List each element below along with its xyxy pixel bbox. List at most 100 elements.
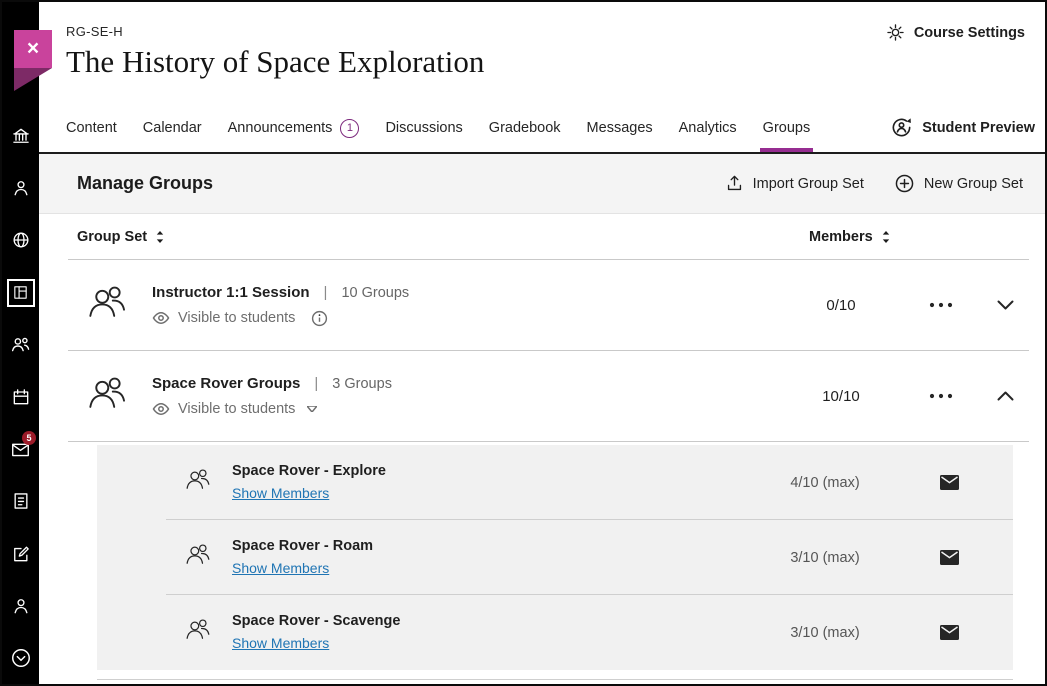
messages-icon[interactable]: 5: [2, 423, 39, 475]
tab-content[interactable]: Content: [66, 105, 117, 150]
course-tab-bar: Content Calendar Announcements 1 Discuss…: [39, 103, 1045, 154]
compose-icon[interactable]: [2, 528, 39, 580]
global-sidebar: 5: [2, 2, 39, 684]
tab-groups[interactable]: Groups: [763, 105, 811, 150]
ribbon-fold-decoration: [14, 68, 52, 91]
group-count: 10 Groups: [341, 285, 409, 301]
column-header-members[interactable]: Members: [781, 229, 901, 245]
group-row: Space Rover - Explore Show Members 4/10 …: [97, 445, 1013, 520]
envelope-icon: [940, 625, 959, 640]
members-count: 10/10: [781, 388, 901, 405]
group-set-row: Instructor 1:1 Session | 10 Groups Visib…: [68, 260, 1029, 351]
plus-circle-icon: [894, 173, 915, 194]
sort-icon: [155, 230, 165, 244]
eye-icon: [152, 311, 170, 325]
visibility-dropdown[interactable]: Visible to students: [152, 401, 781, 417]
course-settings-button[interactable]: Course Settings: [886, 23, 1025, 42]
group-set-people-icon: [68, 283, 152, 328]
calendar-icon[interactable]: [2, 371, 39, 423]
new-group-set-label: New Group Set: [924, 176, 1023, 192]
student-preview-label: Student Preview: [922, 120, 1035, 136]
globe-icon[interactable]: [2, 214, 39, 266]
group-name: Space Rover - Explore: [232, 463, 765, 479]
active-indicator-frame: [7, 279, 35, 307]
group-count: 3 Groups: [332, 376, 392, 392]
group-people-icon: [185, 467, 212, 498]
separator: |: [324, 284, 328, 301]
tab-analytics[interactable]: Analytics: [679, 105, 737, 150]
visibility-label: Visible to students: [178, 401, 295, 417]
import-icon: [725, 174, 744, 193]
group-members-count: 3/10 (max): [765, 625, 885, 641]
sort-icon: [881, 230, 891, 244]
group-people-icon: [185, 542, 212, 573]
group-set-row: Space Rover Groups | 3 Groups Visible to…: [68, 351, 1029, 442]
group-name: Space Rover - Scavenge: [232, 613, 765, 629]
group-members-count: 3/10 (max): [765, 550, 885, 566]
course-title: The History of Space Exploration: [66, 44, 1025, 80]
student-preview-button[interactable]: Student Preview: [890, 116, 1035, 139]
expand-row-button[interactable]: [981, 300, 1029, 310]
eye-icon: [152, 402, 170, 416]
table-header-row: Group Set Members: [68, 214, 1029, 260]
group-row: Space Rover - Scavenge Show Members 3/10…: [97, 595, 1013, 670]
notes-icon[interactable]: [2, 475, 39, 527]
tab-messages[interactable]: Messages: [587, 105, 653, 150]
scroll-down-icon[interactable]: [2, 632, 39, 684]
members-count: 0/10: [781, 297, 901, 314]
options-menu-button[interactable]: [901, 302, 981, 308]
separator: |: [314, 375, 318, 392]
gear-icon: [886, 23, 905, 42]
import-group-set-button[interactable]: Import Group Set: [725, 173, 864, 194]
visibility-control[interactable]: Visible to students: [152, 310, 781, 327]
group-set-people-icon: [68, 374, 152, 419]
chevron-up-icon: [997, 391, 1014, 401]
collapse-row-button[interactable]: [981, 391, 1029, 401]
envelope-icon: [940, 475, 959, 490]
directory-icon[interactable]: [2, 580, 39, 632]
page-title: Manage Groups: [77, 173, 213, 194]
profile-icon[interactable]: [2, 162, 39, 214]
messages-badge: 5: [22, 431, 36, 445]
envelope-icon: [940, 550, 959, 565]
show-members-link[interactable]: Show Members: [232, 560, 329, 576]
column-header-group-set[interactable]: Group Set: [68, 229, 781, 245]
tab-gradebook[interactable]: Gradebook: [489, 105, 561, 150]
announcements-count-badge: 1: [340, 119, 359, 138]
group-set-name[interactable]: Instructor 1:1 Session: [152, 284, 310, 301]
group-name: Space Rover - Roam: [232, 538, 765, 554]
groups-icon[interactable]: [2, 319, 39, 371]
group-people-icon: [185, 617, 212, 648]
visibility-label: Visible to students: [178, 310, 295, 326]
info-icon[interactable]: [311, 310, 328, 327]
group-set-name[interactable]: Space Rover Groups: [152, 375, 300, 392]
manage-groups-bar: Manage Groups Import Group Set New Group…: [39, 154, 1045, 214]
show-members-link[interactable]: Show Members: [232, 635, 329, 651]
group-row: Space Rover - Roam Show Members 3/10 (ma…: [97, 520, 1013, 595]
close-icon[interactable]: ×: [14, 30, 52, 68]
caret-down-icon: [307, 406, 317, 412]
import-group-set-label: Import Group Set: [753, 176, 864, 192]
message-group-button[interactable]: [885, 625, 1013, 640]
ellipsis-icon: [929, 302, 953, 308]
group-members-count: 4/10 (max): [765, 475, 885, 491]
chevron-down-icon: [997, 300, 1014, 310]
app-window: 5 × RG-SE-H The History of Space Explora…: [0, 0, 1047, 686]
content-icon[interactable]: [2, 267, 39, 319]
tab-announcements[interactable]: Announcements 1: [228, 104, 360, 152]
student-preview-icon: [890, 116, 913, 139]
options-menu-button[interactable]: [901, 393, 981, 399]
ellipsis-icon: [929, 393, 953, 399]
tab-discussions[interactable]: Discussions: [385, 105, 462, 150]
new-group-set-button[interactable]: New Group Set: [894, 173, 1023, 194]
show-members-link[interactable]: Show Members: [232, 485, 329, 501]
tab-calendar[interactable]: Calendar: [143, 105, 202, 150]
institution-icon[interactable]: [2, 110, 39, 162]
bottom-divider: [97, 679, 1013, 680]
close-panel-button[interactable]: ×: [14, 30, 52, 91]
course-id: RG-SE-H: [66, 24, 1025, 39]
message-group-button[interactable]: [885, 475, 1013, 490]
expanded-groups-panel: Space Rover - Explore Show Members 4/10 …: [97, 445, 1013, 670]
message-group-button[interactable]: [885, 550, 1013, 565]
course-header: RG-SE-H The History of Space Exploration…: [39, 2, 1045, 103]
